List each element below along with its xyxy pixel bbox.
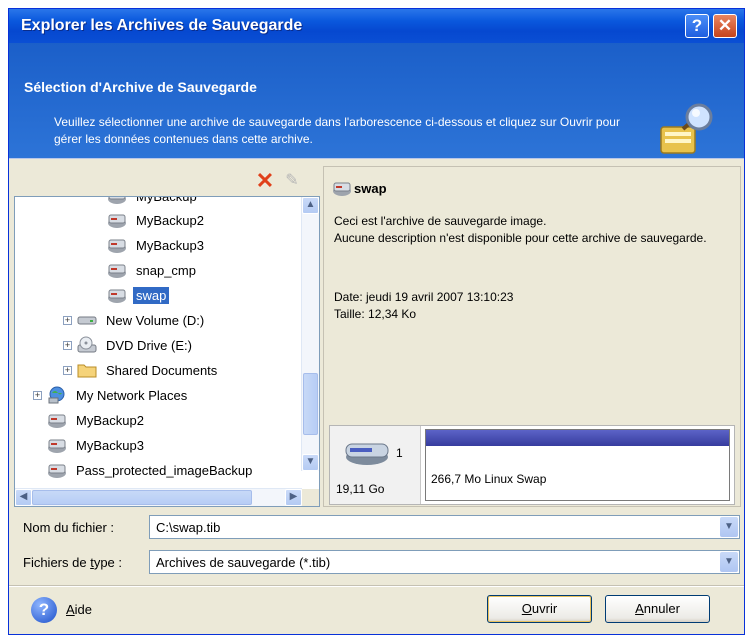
header-description: Veuillez sélectionner une archive de sau… <box>54 115 620 146</box>
filetype-label-text: Fichiers de <box>23 555 91 570</box>
expand-toggle[interactable]: + <box>63 341 72 350</box>
horizontal-scroll-thumb[interactable] <box>32 490 252 505</box>
detail-line-1: Ceci est l'archive de sauvegarde image. <box>334 214 547 228</box>
tree-vertical-scrollbar[interactable]: ▲ ▼ <box>301 197 319 471</box>
open-text: uvrir <box>531 601 558 616</box>
footer-separator <box>9 585 744 587</box>
partition-bar <box>426 430 729 446</box>
disk-info: 1 19,11 Go <box>330 426 421 504</box>
help-text: ide <box>74 602 93 617</box>
archive-tree[interactable]: MyBackup MyBackup2 MyBackup3 snap_cmp sw… <box>14 196 320 507</box>
tree-item-label: swap <box>133 286 170 304</box>
tree-item-mybackup[interactable]: MyBackup <box>107 196 200 207</box>
hard-disk-icon <box>345 443 389 465</box>
tree-item-new-volume[interactable]: New Volume (D:) <box>77 309 207 331</box>
archive-detail-panel: swap Ceci est l'archive de sauvegarde im… <box>323 166 741 507</box>
title-close-button[interactable]: ✕ <box>713 14 737 38</box>
title-bar[interactable]: Explorer les Archives de Sauvegarde ? ✕ <box>9 9 744 43</box>
filetype-label: Fichiers de type : <box>23 555 122 570</box>
tree-item-mybackup2-root[interactable]: MyBackup2 <box>47 409 147 431</box>
archive-icon <box>108 289 126 303</box>
filename-value: C:\swap.tib <box>156 520 221 535</box>
tree-item-label: snap_cmp <box>136 262 196 278</box>
cancel-button[interactable]: Annuler <box>605 595 710 623</box>
partition-swap[interactable]: 266,7 Mo Linux Swap <box>425 429 730 501</box>
network-places-icon <box>48 386 65 404</box>
cancel-accel: A <box>635 601 644 616</box>
archive-icon <box>108 264 126 278</box>
detail-size: Taille: 12,34 Ko <box>334 307 417 321</box>
tree-item-label: New Volume (D:) <box>106 312 205 328</box>
filename-combo[interactable]: C:\swap.tib ▼ <box>149 515 740 539</box>
detail-archive-name: swap <box>354 181 387 196</box>
tree-item-label: Pass_protected_imageBackup <box>76 462 253 478</box>
tree-item-label: MyBackup2 <box>76 412 144 428</box>
chevron-down-icon[interactable]: ▼ <box>720 552 738 572</box>
tree-item-mybackup3-root[interactable]: MyBackup3 <box>47 434 147 456</box>
tree-toolbar: ✕ ✎ <box>14 166 320 196</box>
filetype-combo[interactable]: Archives de sauvegarde (*.tib) ▼ <box>149 550 740 574</box>
filetype-label-text: ype : <box>93 555 123 570</box>
title-help-button[interactable]: ? <box>685 14 709 38</box>
help-link[interactable]: Aide <box>66 602 92 617</box>
archive-tree-panel: ✕ ✎ MyBackup MyBackup2 MyBackup3 snap_cm… <box>14 166 320 507</box>
edit-icon[interactable]: ✎ <box>282 172 302 190</box>
tree-item-swap[interactable]: swap <box>107 284 170 306</box>
tree-item-label: MyBackup2 <box>136 212 204 228</box>
window-title: Explorer les Archives de Sauvegarde <box>21 17 303 34</box>
filename-label: Nom du fichier : <box>23 520 115 535</box>
cancel-text: nnuler <box>643 601 680 616</box>
vertical-scroll-thumb[interactable] <box>303 373 318 435</box>
archive-icon <box>108 239 126 253</box>
tree-item-label: MyBackup3 <box>136 237 204 253</box>
help-icon[interactable]: ? <box>31 597 57 623</box>
drive-icon <box>77 316 97 325</box>
explorer-archives-dialog: Explorer les Archives de Sauvegarde ? ✕ … <box>8 8 745 635</box>
scroll-up-arrow[interactable]: ▲ <box>302 197 319 214</box>
tree-item-label: MyBackup3 <box>76 437 144 453</box>
scroll-down-arrow[interactable]: ▼ <box>302 454 319 471</box>
archive-icon <box>48 464 66 478</box>
chevron-down-icon[interactable]: ▼ <box>720 517 738 537</box>
tree-item-shared-documents[interactable]: Shared Documents <box>77 359 220 381</box>
tree-item-pass-protected[interactable]: Pass_protected_imageBackup <box>47 459 255 481</box>
archive-icon <box>108 214 126 228</box>
tree-item-label: MyBackup <box>136 196 197 204</box>
magnifier-wand-icon <box>660 103 713 154</box>
filetype-value: Archives de sauvegarde (*.tib) <box>156 555 331 570</box>
folder-icon <box>77 364 97 378</box>
expand-toggle[interactable]: + <box>33 391 42 400</box>
open-button[interactable]: Ouvrir <box>487 595 592 623</box>
archive-icon <box>333 182 351 196</box>
archive-icon <box>48 439 66 453</box>
scroll-left-arrow[interactable]: ◀ <box>15 489 32 506</box>
tree-item-my-network-places[interactable]: My Network Places <box>47 384 190 406</box>
help-accel: A <box>66 602 75 617</box>
header-title: Sélection d'Archive de Sauvegarde <box>24 79 257 95</box>
tree-horizontal-scrollbar[interactable]: ◀ ▶ <box>15 488 302 506</box>
tree-item-mybackup2[interactable]: MyBackup2 <box>107 209 207 231</box>
detail-line-2: Aucune description n'est disponible pour… <box>334 231 707 245</box>
disk-size: 19,11 Go <box>336 482 385 496</box>
delete-icon[interactable]: ✕ <box>254 170 276 192</box>
detail-date: Date: jeudi 19 avril 2007 13:10:23 <box>334 290 514 304</box>
tree-item-label: Shared Documents <box>106 362 218 378</box>
scroll-right-arrow[interactable]: ▶ <box>285 489 302 506</box>
disk-number: 1 <box>396 446 403 460</box>
tree-item-label: My Network Places <box>76 387 188 403</box>
tree-item-label: DVD Drive (E:) <box>106 337 192 353</box>
partition-label: 266,7 Mo Linux Swap <box>431 472 547 486</box>
open-accel: O <box>521 601 532 616</box>
expand-toggle[interactable]: + <box>63 316 72 325</box>
tree-item-snap-cmp[interactable]: snap_cmp <box>107 259 199 281</box>
disk-partition-map: 1 19,11 Go 266,7 Mo Linux Swap <box>329 425 735 505</box>
header-band: Sélection d'Archive de Sauvegarde Veuill… <box>9 43 744 159</box>
tree-item-dvd-drive[interactable]: DVD Drive (E:) <box>77 334 195 356</box>
archive-icon <box>48 414 66 428</box>
dvd-drive-icon <box>77 336 97 353</box>
expand-toggle[interactable]: + <box>63 366 72 375</box>
tree-item-mybackup3[interactable]: MyBackup3 <box>107 234 207 256</box>
scroll-corner <box>302 489 319 506</box>
archive-icon <box>108 197 126 204</box>
